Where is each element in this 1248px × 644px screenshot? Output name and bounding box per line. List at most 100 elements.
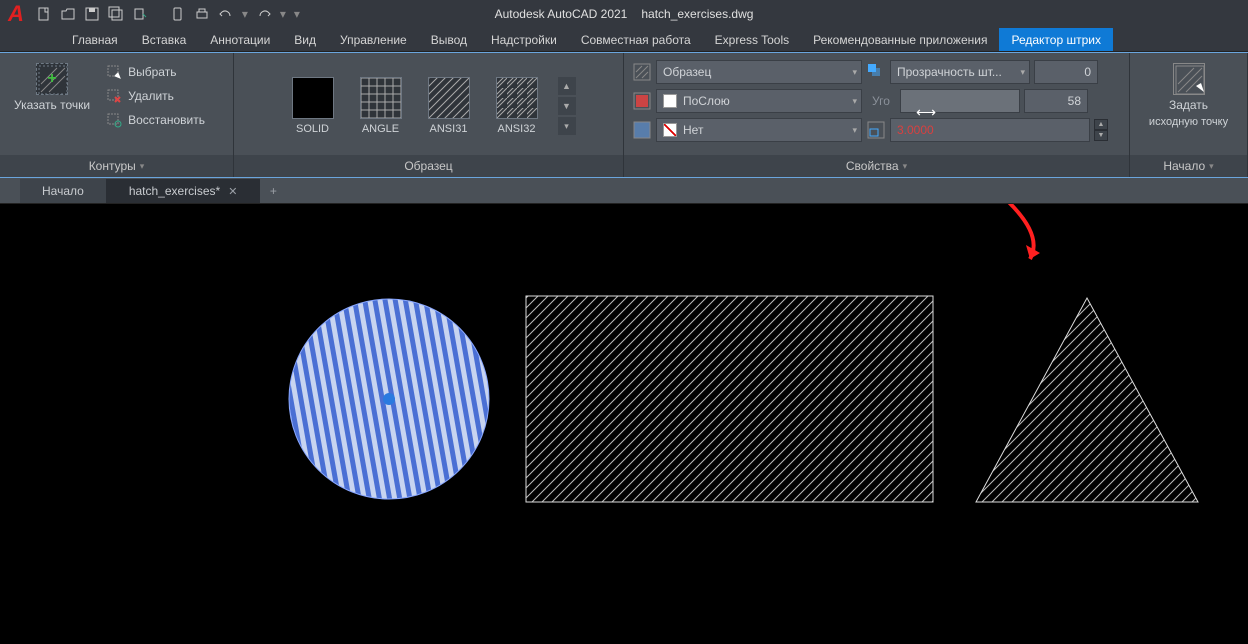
- panel-properties-label[interactable]: Свойства▾: [624, 155, 1129, 177]
- pattern-scroll-down[interactable]: ▼: [558, 97, 576, 115]
- delete-label: Удалить: [128, 89, 174, 103]
- hatch-type-value: Образец: [663, 65, 711, 79]
- swatch-ansi32-preview: [496, 77, 538, 119]
- tab-file[interactable]: hatch_exercises* ✕: [107, 179, 261, 203]
- pick-points-label: Указать точки: [14, 99, 90, 112]
- qat-cloud-icon[interactable]: [130, 4, 150, 24]
- qat-redo-icon[interactable]: [254, 4, 274, 24]
- pick-points-icon: +: [36, 63, 68, 95]
- tab-express[interactable]: Express Tools: [703, 28, 801, 51]
- transparency-value: 0: [1084, 65, 1091, 79]
- swatch-solid-label: SOLID: [296, 123, 329, 135]
- transparency-input[interactable]: 0: [1034, 60, 1098, 84]
- qat-customize-dropdown[interactable]: ▾: [292, 4, 302, 24]
- swatch-solid[interactable]: SOLID: [282, 75, 344, 137]
- qat-undo-icon[interactable]: [216, 4, 236, 24]
- swatch-ansi31-label: ANSI31: [430, 123, 468, 135]
- swatch-angle[interactable]: ANGLE: [350, 75, 412, 137]
- color-swatch: [663, 94, 677, 108]
- tab-home[interactable]: Главная: [60, 28, 130, 51]
- panel-boundaries: + Указать точки Выбрать Удалить Восстано…: [0, 53, 234, 177]
- restore-label: Восстановить: [128, 113, 205, 127]
- pattern-scroll-up[interactable]: ▲: [558, 77, 576, 95]
- hatch-bg-icon: [632, 120, 652, 140]
- scale-icon: [866, 120, 886, 140]
- angle-label: Уго: [866, 94, 896, 108]
- ribbon: + Указать точки Выбрать Удалить Восстано…: [0, 52, 1248, 178]
- tab-hatch-editor[interactable]: Редактор штрих: [999, 28, 1113, 51]
- angle-value: 58: [1068, 94, 1081, 108]
- restore-icon: [106, 112, 122, 128]
- select-label: Выбрать: [128, 65, 176, 79]
- scale-spin-up[interactable]: ▲: [1094, 119, 1108, 130]
- app-logo: A: [8, 1, 24, 27]
- scale-value: 3.0000: [897, 123, 934, 137]
- ribbon-tabs: Главная Вставка Аннотации Вид Управление…: [0, 28, 1248, 52]
- tab-output[interactable]: Вывод: [419, 28, 479, 51]
- transparency-icon: [866, 62, 886, 82]
- tab-close-icon[interactable]: ✕: [228, 185, 237, 198]
- scale-spin-down[interactable]: ▼: [1094, 130, 1108, 141]
- title-bar: A ▾ ▾ ▾ Autodesk AutoCAD 2021 hatch_exer…: [0, 0, 1248, 28]
- swatch-angle-label: ANGLE: [362, 123, 399, 135]
- swatch-angle-preview: [360, 77, 402, 119]
- set-origin-button[interactable]: Задать исходную точку: [1143, 59, 1234, 132]
- pick-points-button[interactable]: + Указать точки: [8, 59, 96, 116]
- qat-open-icon[interactable]: [58, 4, 78, 24]
- tab-file-label: hatch_exercises*: [129, 184, 220, 198]
- tab-add-button[interactable]: +: [260, 179, 286, 203]
- swatch-ansi31-preview: [428, 77, 470, 119]
- tab-addins[interactable]: Надстройки: [479, 28, 569, 51]
- hatch-color-dropdown[interactable]: ПоСлою▾: [656, 89, 862, 113]
- qat-print-icon[interactable]: [192, 4, 212, 24]
- tab-view[interactable]: Вид: [282, 28, 328, 51]
- angle-slider[interactable]: [900, 89, 1020, 113]
- swatch-ansi31[interactable]: ANSI31: [418, 75, 480, 137]
- panel-pattern: SOLID ANGLE ANSI31 ANSI32: [234, 53, 624, 177]
- tab-collaborate[interactable]: Совместная работа: [569, 28, 703, 51]
- delete-icon: [106, 88, 122, 104]
- panel-boundaries-label[interactable]: Контуры▾: [0, 155, 233, 177]
- set-origin-icon: [1173, 63, 1205, 95]
- swatch-ansi32-label: ANSI32: [498, 123, 536, 135]
- panel-origin: Задать исходную точку Начало▾: [1130, 53, 1248, 177]
- hatch-color-value: ПоСлою: [683, 94, 730, 108]
- scale-input[interactable]: 3.0000: [890, 118, 1090, 142]
- qat-saveall-icon[interactable]: [106, 4, 126, 24]
- set-origin-label2: исходную точку: [1149, 116, 1228, 128]
- pattern-scroll-expand[interactable]: ▾: [558, 117, 576, 135]
- qat-redo-dropdown[interactable]: ▾: [278, 4, 288, 24]
- drawing-canvas[interactable]: [0, 204, 1248, 644]
- swatch-ansi32[interactable]: ANSI32: [486, 75, 548, 137]
- hatch-type-icon: [632, 62, 652, 82]
- file-tabs: Начало hatch_exercises* ✕ +: [0, 178, 1248, 204]
- panel-properties: Образец▾ ПоСлою▾ Нет▾: [624, 53, 1130, 177]
- qat-new-icon[interactable]: [34, 4, 54, 24]
- restore-boundary-button[interactable]: Восстановить: [102, 109, 209, 131]
- swatch-solid-preview: [292, 77, 334, 119]
- tab-manage[interactable]: Управление: [328, 28, 419, 51]
- transparency-label: Прозрачность шт...: [897, 65, 1002, 79]
- app-title: Autodesk AutoCAD 2021: [495, 7, 628, 21]
- panel-pattern-label[interactable]: Образец: [234, 155, 623, 177]
- tab-insert[interactable]: Вставка: [130, 28, 199, 51]
- select-icon: [106, 64, 122, 80]
- qat-undo-dropdown[interactable]: ▾: [240, 4, 250, 24]
- tab-featured-apps[interactable]: Рекомендованные приложения: [801, 28, 999, 51]
- set-origin-label1: Задать: [1169, 99, 1208, 112]
- bg-swatch: [663, 123, 677, 137]
- select-boundary-button[interactable]: Выбрать: [102, 61, 209, 83]
- hatch-color-icon: [632, 91, 652, 111]
- angle-input[interactable]: 58: [1024, 89, 1088, 113]
- hatch-bg-dropdown[interactable]: Нет▾: [656, 118, 862, 142]
- hatch-type-dropdown[interactable]: Образец▾: [656, 60, 862, 84]
- qat-save-icon[interactable]: [82, 4, 102, 24]
- tab-start[interactable]: Начало: [20, 179, 107, 203]
- transparency-dropdown[interactable]: Прозрачность шт...▾: [890, 60, 1030, 84]
- qat-mobile-icon[interactable]: [168, 4, 188, 24]
- file-title: hatch_exercises.dwg: [641, 7, 753, 21]
- hatch-bg-value: Нет: [683, 123, 703, 137]
- panel-origin-label[interactable]: Начало▾: [1130, 155, 1247, 177]
- delete-boundary-button[interactable]: Удалить: [102, 85, 209, 107]
- tab-annotate[interactable]: Аннотации: [198, 28, 282, 51]
